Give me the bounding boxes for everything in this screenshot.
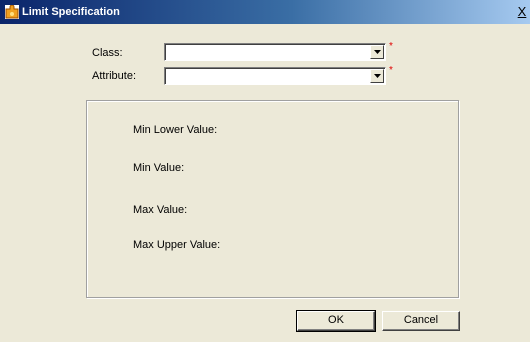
ok-button[interactable]: OK [296, 310, 376, 332]
attribute-label: Attribute: [92, 70, 137, 82]
attribute-dropdown[interactable] [164, 67, 386, 85]
min-value-label: Min Value: [133, 162, 185, 174]
attribute-dropdown-chevron-down-icon[interactable] [370, 69, 384, 83]
puzzle-piece-icon [5, 4, 19, 19]
cancel-button[interactable]: Cancel [382, 311, 460, 331]
max-value-label: Max Value: [133, 204, 188, 216]
limit-specification-dialog: Limit Specification X Class: * Attribute… [0, 0, 530, 342]
max-upper-value-label: Max Upper Value: [133, 239, 221, 251]
class-required-marker: * [389, 41, 393, 52]
attribute-required-marker: * [389, 65, 393, 76]
class-label: Class: [92, 47, 123, 59]
close-button[interactable]: X [515, 4, 529, 20]
class-dropdown[interactable] [164, 43, 386, 61]
min-lower-value-label: Min Lower Value: [133, 124, 218, 136]
window-title: Limit Specification [22, 6, 120, 18]
class-dropdown-chevron-down-icon[interactable] [370, 45, 384, 59]
title-bar[interactable]: Limit Specification X [0, 0, 530, 24]
